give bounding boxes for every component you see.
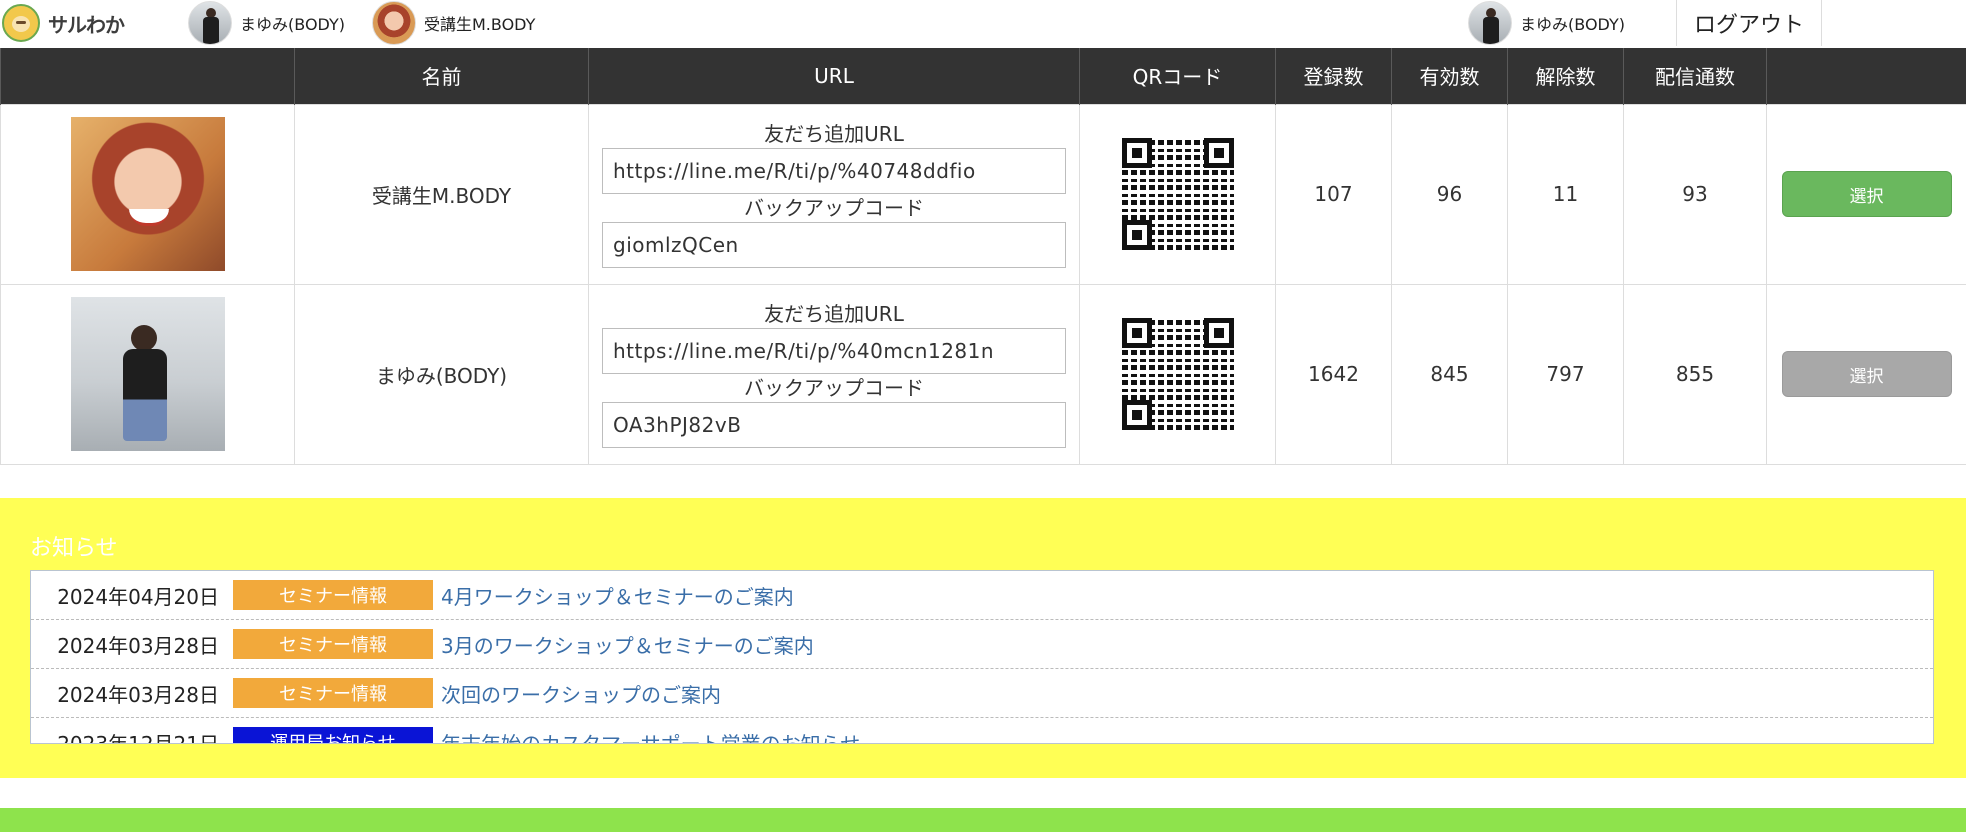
qr-cell xyxy=(1079,283,1276,465)
friend-url-field[interactable]: https://line.me/R/ti/p/%40mcn1281n xyxy=(602,328,1066,374)
notice-link[interactable]: 4月ワークショップ＆セミナーのご案内 xyxy=(441,581,794,610)
current-user[interactable]: まゆみ(BODY) xyxy=(1468,0,1625,46)
qr-code-icon xyxy=(1121,318,1234,430)
account-label: 受講生M.BODY xyxy=(424,15,536,34)
notice-item: 2024年03月28日 セミナー情報 3月のワークショップ＆セミナーのご案内 xyxy=(31,620,1933,669)
account-switch-mayumi[interactable]: まゆみ(BODY) xyxy=(188,0,345,46)
profile-photo xyxy=(70,117,225,271)
notice-link[interactable]: 3月のワークショップ＆セミナーのご案内 xyxy=(441,630,814,659)
notice-date: 2024年03月28日 xyxy=(57,633,219,658)
photo-cell xyxy=(0,103,295,285)
account-name: 受講生M.BODY xyxy=(294,103,589,285)
current-user-label: まゆみ(BODY) xyxy=(1520,15,1625,34)
select-button[interactable]: 選択 xyxy=(1781,171,1952,217)
app-logo[interactable]: サルわか xyxy=(2,2,125,44)
select-button[interactable]: 選択 xyxy=(1781,351,1952,397)
column-header: 解除数 xyxy=(1507,48,1624,104)
column-header xyxy=(1766,48,1966,104)
backup-code-field[interactable]: giomlzQCen xyxy=(602,222,1066,268)
column-header: 配信通数 xyxy=(1623,48,1767,104)
monkey-logo-icon xyxy=(2,4,40,42)
column-header: URL xyxy=(588,48,1080,104)
table-row: 受講生M.BODY 友だち追加URL https://line.me/R/ti/… xyxy=(0,103,1966,285)
account-switch-student[interactable]: 受講生M.BODY xyxy=(372,0,535,46)
delivery-count: 93 xyxy=(1623,103,1767,285)
canceled-count: 11 xyxy=(1507,103,1624,285)
notice-section: お知らせ 2024年04月20日 セミナー情報 4月ワークショップ＆セミナーのご… xyxy=(0,498,1966,778)
url-cell: 友だち追加URL https://line.me/R/ti/p/%40748dd… xyxy=(588,103,1080,285)
friend-url-label: 友だち追加URL xyxy=(764,122,904,146)
table-row: まゆみ(BODY) 友だち追加URL https://line.me/R/ti/… xyxy=(0,283,1966,465)
photo-cell xyxy=(0,283,295,465)
friend-url-label: 友だち追加URL xyxy=(764,302,904,326)
column-header: 有効数 xyxy=(1391,48,1508,104)
notice-link[interactable]: 年末年始のカスタマーサポート営業のお知らせ xyxy=(441,728,860,744)
registered-count: 107 xyxy=(1275,103,1392,285)
backup-code-label: バックアップコード xyxy=(744,376,924,400)
column-header xyxy=(0,48,295,104)
canceled-count: 797 xyxy=(1507,283,1624,465)
column-header: 名前 xyxy=(294,48,589,104)
column-header: 登録数 xyxy=(1275,48,1392,104)
account-name: まゆみ(BODY) xyxy=(294,283,589,465)
action-cell: 選択 xyxy=(1766,283,1966,465)
notice-item: 2023年12月21日 運用局お知らせ 年末年始のカスタマーサポート営業のお知ら… xyxy=(31,718,1933,744)
notice-item: 2024年04月20日 セミナー情報 4月ワークショップ＆セミナーのご案内 xyxy=(31,571,1933,620)
top-bar: サルわか まゆみ(BODY) 受講生M.BODY まゆみ(BODY) ログアウト xyxy=(0,0,1966,48)
notice-tag: 運用局お知らせ xyxy=(233,727,433,743)
avatar xyxy=(1468,1,1512,45)
backup-code-label: バックアップコード xyxy=(744,196,924,220)
notice-date: 2024年04月20日 xyxy=(57,584,219,609)
logo-text: サルわか xyxy=(48,12,125,37)
url-cell: 友だち追加URL https://line.me/R/ti/p/%40mcn12… xyxy=(588,283,1080,465)
friend-url-field[interactable]: https://line.me/R/ti/p/%40748ddfio xyxy=(602,148,1066,194)
backup-code-field[interactable]: OA3hPJ82vB xyxy=(602,402,1066,448)
notice-tag: セミナー情報 xyxy=(233,678,433,708)
notice-tag: セミナー情報 xyxy=(233,629,433,659)
notice-item: 2024年03月28日 セミナー情報 次回のワークショップのご案内 xyxy=(31,669,1933,718)
logout-button[interactable]: ログアウト xyxy=(1676,0,1822,46)
account-label: まゆみ(BODY) xyxy=(240,15,345,34)
qr-cell xyxy=(1079,103,1276,285)
table-header-row: 名前 URL QRコード 登録数 有効数 解除数 配信通数 xyxy=(0,48,1966,104)
notice-link[interactable]: 次回のワークショップのご案内 xyxy=(441,679,721,708)
avatar xyxy=(372,1,416,45)
notice-date: 2024年03月28日 xyxy=(57,682,219,707)
notice-date: 2023年12月21日 xyxy=(57,731,219,744)
qr-code-icon xyxy=(1121,138,1234,250)
notice-list[interactable]: 2024年04月20日 セミナー情報 4月ワークショップ＆セミナーのご案内 20… xyxy=(30,570,1934,744)
profile-photo xyxy=(70,297,225,451)
active-count: 96 xyxy=(1391,103,1508,285)
active-count: 845 xyxy=(1391,283,1508,465)
avatar xyxy=(188,1,232,45)
column-header: QRコード xyxy=(1079,48,1276,104)
footer-bar xyxy=(0,808,1966,832)
registered-count: 1642 xyxy=(1275,283,1392,465)
delivery-count: 855 xyxy=(1623,283,1767,465)
notice-tag: セミナー情報 xyxy=(233,580,433,610)
notice-title: お知らせ xyxy=(30,536,118,561)
action-cell: 選択 xyxy=(1766,103,1966,285)
account-table: 名前 URL QRコード 登録数 有効数 解除数 配信通数 受講生M.BODY … xyxy=(0,48,1966,465)
